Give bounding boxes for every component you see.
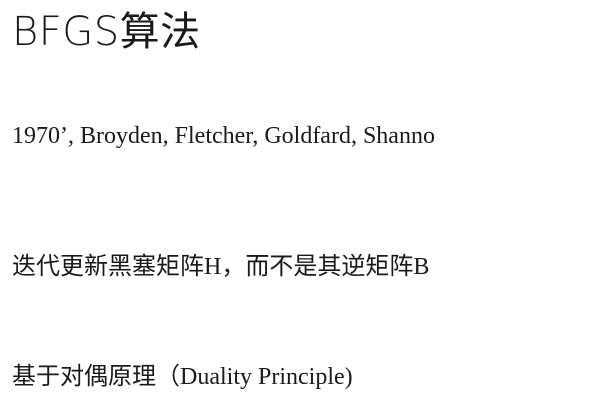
- slide: BFGS算法 1970’, Broyden, Fletcher, Goldfar…: [0, 0, 608, 402]
- update-description-line: 迭代更新黑塞矩阵H，而不是其逆矩阵B: [12, 254, 430, 280]
- authors-line: 1970’, Broyden, Fletcher, Goldfard, Shan…: [12, 123, 435, 149]
- duality-principle-line: 基于对偶原理（Duality Principle): [12, 364, 353, 390]
- slide-title: BFGS算法: [12, 9, 201, 55]
